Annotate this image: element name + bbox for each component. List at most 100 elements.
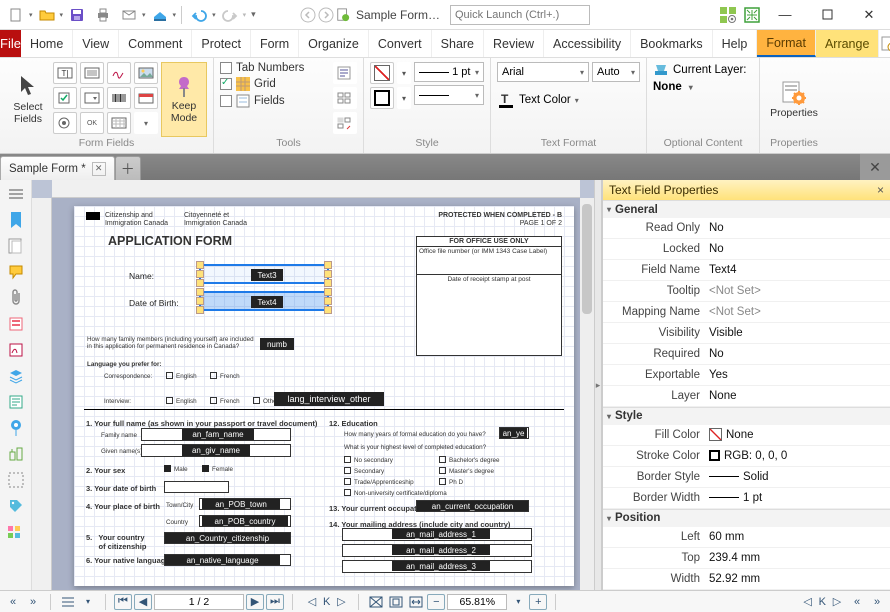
zoom-out-button[interactable]: − — [427, 594, 445, 610]
form-field-giv-name[interactable]: an_giv_name — [182, 445, 250, 456]
find-icon[interactable] — [879, 34, 890, 54]
prop-width[interactable]: Width52.92 mm — [603, 569, 890, 590]
fields-pane-icon[interactable] — [6, 314, 26, 334]
listbox-tool-icon[interactable] — [80, 62, 104, 84]
open-folder-icon[interactable] — [35, 3, 59, 27]
tab-share[interactable]: Share — [432, 30, 484, 57]
dropdown-icon[interactable]: ▾ — [212, 11, 216, 19]
tab-arrange[interactable]: Arrange — [816, 30, 879, 57]
nav-k-left-icon[interactable]: ◁ — [303, 594, 321, 610]
barcode-tool-icon[interactable] — [107, 87, 131, 109]
tool-misc-icon[interactable] — [333, 62, 357, 84]
horizontal-ruler[interactable] — [52, 180, 580, 198]
bookmarks-pane-icon[interactable] — [6, 210, 26, 230]
prop-locked[interactable]: LockedNo — [603, 239, 890, 260]
dropdown-icon[interactable]: ▾ — [142, 11, 146, 19]
tab-form[interactable]: Form — [251, 30, 299, 57]
line-style-combo[interactable]: ▾ — [414, 85, 484, 105]
dropdown-icon[interactable]: ▾ — [79, 594, 97, 610]
keep-mode-button[interactable]: Keep Mode — [161, 62, 207, 137]
calendar-tool-icon[interactable] — [107, 112, 131, 134]
zoom-actual-icon[interactable] — [367, 594, 385, 610]
prop-fill-color[interactable]: Fill ColorNone — [603, 425, 890, 446]
prev-page-button[interactable]: ◀ — [134, 594, 152, 610]
form-field-lang-interview[interactable]: lang_interview_other — [274, 392, 384, 406]
comments-pane-icon[interactable] — [6, 262, 26, 282]
nav-k2-right-icon[interactable]: ▷ — [828, 594, 846, 610]
links-pane-icon[interactable] — [6, 470, 26, 490]
fields-checkbox[interactable]: Fields — [220, 94, 330, 108]
form-field-native-lang[interactable]: an_native_language — [165, 555, 280, 565]
zoom-input[interactable] — [447, 594, 507, 610]
button-ok-tool-icon[interactable]: OK — [80, 112, 104, 134]
tool-misc2-icon[interactable] — [333, 87, 357, 109]
checkbox-icon[interactable] — [344, 456, 351, 463]
3dviews-pane-icon[interactable] — [6, 444, 26, 464]
page-number-input[interactable] — [154, 594, 244, 610]
dropdown-icon[interactable]: ▾ — [60, 11, 64, 19]
form-field-text3[interactable]: Text3 — [199, 264, 329, 284]
tab-protect[interactable]: Protect — [192, 30, 251, 57]
checkbox-icon[interactable] — [166, 397, 173, 404]
content-pane-icon[interactable] — [6, 392, 26, 412]
prop-mapping-name[interactable]: Mapping Name<Not Set> — [603, 302, 890, 323]
tab-numbers-checkbox[interactable]: Tab Numbers — [220, 62, 330, 74]
tab-convert[interactable]: Convert — [369, 30, 432, 57]
rail-options-icon[interactable] — [6, 184, 26, 204]
next-page-button[interactable]: ▶ — [246, 594, 264, 610]
form-field-fam-name[interactable]: an_fam_name — [182, 429, 254, 440]
dropdown-icon[interactable]: ▾ — [243, 11, 247, 19]
prop-left[interactable]: Left60 mm — [603, 527, 890, 548]
section-general[interactable]: ▾General — [603, 200, 890, 218]
minimize-button[interactable]: — — [764, 0, 806, 30]
options-icon[interactable] — [59, 594, 77, 610]
undo-icon[interactable] — [187, 3, 211, 27]
form-field-mail-2[interactable]: an_mail_address_2 — [392, 545, 490, 555]
dropdown-tool-icon[interactable] — [80, 87, 104, 109]
print-icon[interactable] — [91, 3, 115, 27]
dropdown-icon[interactable]: ▾ — [134, 112, 158, 134]
zoom-in-button[interactable]: + — [529, 594, 547, 610]
vertical-scrollbar[interactable] — [580, 198, 594, 590]
tool-misc3-icon[interactable] — [333, 112, 357, 134]
dropdown-icon[interactable]: ▾ — [509, 594, 527, 610]
prop-exportable[interactable]: ExportableYes — [603, 365, 890, 386]
fill-none-icon[interactable] — [370, 62, 394, 84]
close-button[interactable]: ✕ — [848, 0, 890, 30]
dropdown-icon[interactable]: ▾ — [29, 11, 33, 19]
prop-border-style[interactable]: Border StyleSolid — [603, 467, 890, 488]
prop-field-name[interactable]: Field NameText4 — [603, 260, 890, 281]
order-pane-icon[interactable] — [6, 522, 26, 542]
checkbox-icon[interactable] — [439, 467, 446, 474]
close-doc-icon[interactable]: ✕ — [92, 162, 106, 176]
prop-tooltip[interactable]: Tooltip<Not Set> — [603, 281, 890, 302]
image-tool-icon[interactable] — [134, 62, 158, 84]
add-document-tab[interactable]: ＋ — [115, 156, 141, 180]
tab-comment[interactable]: Comment — [119, 30, 192, 57]
checkbox-icon[interactable] — [344, 489, 351, 496]
attachments-pane-icon[interactable] — [6, 288, 26, 308]
checkbox-icon[interactable] — [210, 372, 217, 379]
checkbox-icon[interactable] — [344, 478, 351, 485]
dropdown-icon[interactable]: ▾ — [397, 87, 411, 109]
quick-launch-input[interactable] — [450, 5, 590, 25]
prop-top[interactable]: Top239.4 mm — [603, 548, 890, 569]
tab-organize[interactable]: Organize — [299, 30, 369, 57]
section-position[interactable]: ▾Position — [603, 509, 890, 527]
prop-read-only[interactable]: Read OnlyNo — [603, 218, 890, 239]
line-weight-combo[interactable]: 1 pt▾ — [414, 62, 484, 82]
select-fields-button[interactable]: Select Fields — [6, 62, 50, 137]
right-pane-toggle2-icon[interactable]: » — [868, 594, 886, 610]
textfield-tool-icon[interactable]: T| — [53, 62, 77, 84]
destinations-pane-icon[interactable] — [6, 418, 26, 438]
form-field-occupation[interactable]: an_current_occupation — [417, 501, 528, 511]
checkbox-icon[interactable] — [166, 372, 173, 379]
close-panel-icon[interactable]: × — [877, 183, 884, 197]
prop-border-width[interactable]: Border Width1 pt — [603, 488, 890, 509]
zoom-width-icon[interactable] — [407, 594, 425, 610]
prop-visibility[interactable]: VisibilityVisible — [603, 323, 890, 344]
date-tool-icon[interactable] — [134, 87, 158, 109]
layers-pane-icon[interactable] — [6, 366, 26, 386]
form-field-mail-3[interactable]: an_mail_address_3 — [392, 561, 490, 571]
checkbox-icon[interactable] — [202, 465, 209, 472]
